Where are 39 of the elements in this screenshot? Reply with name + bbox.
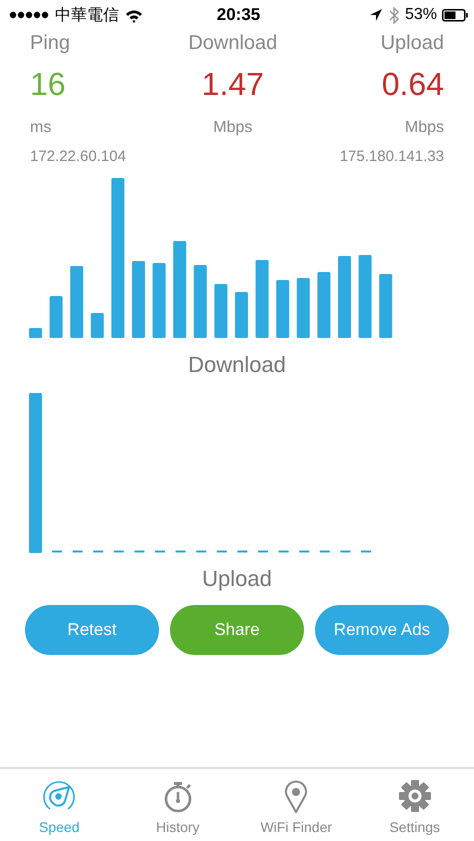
chart-title: Upload xyxy=(202,565,272,593)
stat-label: Ping xyxy=(30,31,70,55)
battery-icon xyxy=(442,8,468,22)
unit-label: Mbps xyxy=(213,118,252,138)
stat-value: 0.64 xyxy=(382,65,444,103)
chart-bar xyxy=(276,280,290,338)
tab-item[interactable]: History xyxy=(118,769,237,841)
clock-time: 20:35 xyxy=(216,5,260,25)
location-arrow-icon xyxy=(368,8,383,22)
signal-icon xyxy=(9,10,49,20)
chart-bar xyxy=(235,292,248,338)
stat-value: 16 xyxy=(30,65,66,103)
chart-bar xyxy=(296,278,310,338)
server-address: 172.22.60.104 xyxy=(30,148,126,166)
chart-bar xyxy=(70,266,84,338)
settings-icon xyxy=(398,779,432,813)
bluetooth-icon xyxy=(388,6,400,24)
unit-label: Mbps xyxy=(404,118,444,138)
chart-bar xyxy=(50,296,63,338)
unit-label: ms xyxy=(30,118,52,138)
carrier-name: 中華電信 xyxy=(55,6,119,26)
chart-bar xyxy=(90,313,104,338)
action-button[interactable]: Share xyxy=(170,605,304,655)
chart-bar xyxy=(379,274,392,338)
chart-title: Download xyxy=(188,351,286,379)
stat-value: 1.47 xyxy=(202,65,264,103)
tab-item[interactable]: Speed xyxy=(0,769,118,841)
wifi-icon xyxy=(125,8,143,22)
action-button[interactable]: Remove Ads xyxy=(315,605,449,655)
tab-item[interactable]: Settings xyxy=(356,769,474,841)
stat-label: Download xyxy=(188,31,278,55)
chart-bar xyxy=(214,284,228,338)
chart-bar xyxy=(29,328,42,338)
tab-item[interactable]: WiFi Finder xyxy=(237,769,356,841)
battery-percent: 53% xyxy=(404,6,437,24)
action-button[interactable]: Retest xyxy=(25,605,159,655)
stat-label: Upload xyxy=(380,31,444,55)
server-address: 175.180.141.33 xyxy=(340,148,444,166)
chart-bar xyxy=(317,272,330,338)
